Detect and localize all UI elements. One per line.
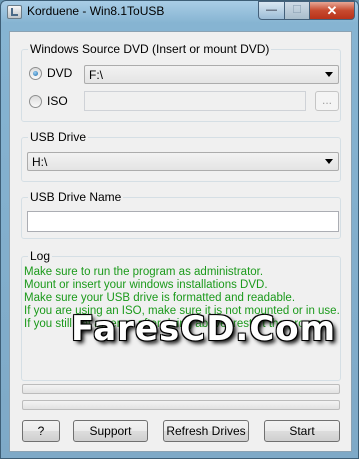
close-button[interactable]: ✕ (309, 1, 355, 20)
progress-bar-secondary (22, 400, 340, 410)
log-line: Make sure your USB drive is formatted an… (24, 292, 296, 304)
chevron-down-icon (325, 159, 333, 164)
log-line: Mount or insert your windows installatio… (24, 279, 268, 291)
title-bar[interactable]: Korduene - Win8.1ToUSB — ☐ ✕ (1, 1, 359, 23)
watermark-text: FaresCD.Com (71, 309, 337, 349)
usb-drive-select[interactable]: H:\ (27, 152, 339, 171)
iso-radio[interactable] (29, 95, 42, 108)
minimize-button[interactable]: — (258, 1, 285, 20)
log-line: Make sure to run the program as administ… (24, 266, 264, 278)
start-button[interactable]: Start (264, 420, 340, 442)
usb-drive-value: H:\ (32, 155, 48, 169)
dvd-drive-value: F:\ (89, 68, 103, 82)
refresh-drives-button[interactable]: Refresh Drives (163, 420, 249, 442)
dvd-label: DVD (47, 66, 73, 80)
source-group: Windows Source DVD (Insert or mount DVD) (21, 42, 341, 122)
progress-bar-primary (22, 384, 340, 394)
support-button[interactable]: Support (73, 420, 148, 442)
dvd-drive-select[interactable]: F:\ (84, 65, 339, 84)
source-group-title: Windows Source DVD (Insert or mount DVD) (28, 42, 272, 56)
client-area: Windows Source DVD (Insert or mount DVD)… (9, 31, 352, 452)
minimize-icon: — (266, 4, 277, 16)
usb-name-group-title: USB Drive Name (28, 190, 124, 204)
usb-name-input[interactable] (27, 211, 339, 232)
maximize-icon: ☐ (292, 4, 302, 16)
chevron-down-icon (325, 72, 333, 77)
help-button[interactable]: ? (22, 420, 60, 442)
window-title: Korduene - Win8.1ToUSB (27, 4, 165, 18)
log-group-title: Log (28, 249, 53, 263)
maximize-button[interactable]: ☐ (284, 1, 310, 20)
dvd-radio[interactable] (29, 67, 42, 80)
iso-label: ISO (47, 94, 68, 108)
close-icon: ✕ (326, 3, 338, 18)
usb-drive-group-title: USB Drive (28, 130, 89, 144)
browse-iso-button[interactable]: ... (315, 91, 339, 111)
iso-path-input[interactable] (84, 91, 306, 111)
app-window: Korduene - Win8.1ToUSB — ☐ ✕ Windows Sou… (0, 0, 359, 459)
app-icon (7, 5, 22, 19)
